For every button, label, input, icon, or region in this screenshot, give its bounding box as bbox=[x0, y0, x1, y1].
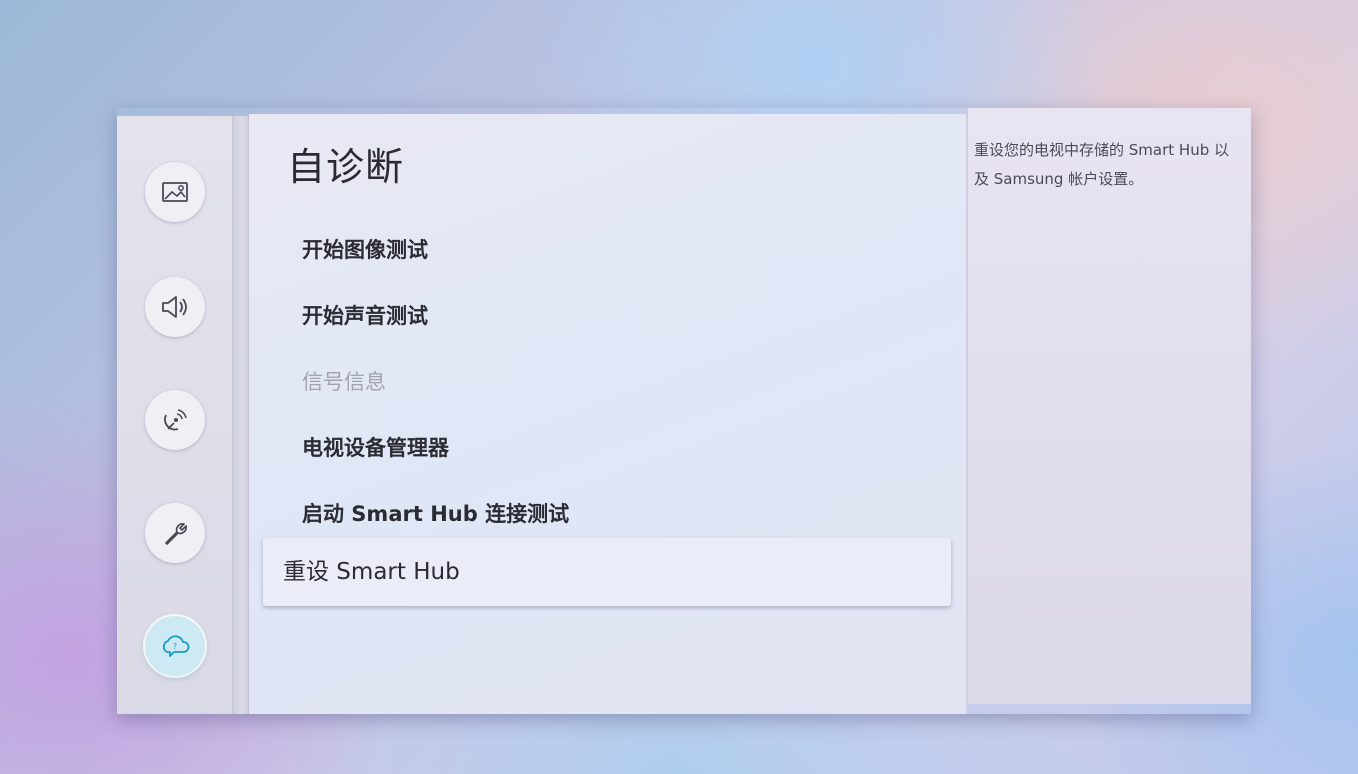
sidebar-item-general[interactable] bbox=[145, 503, 205, 563]
broadcast-icon bbox=[164, 409, 187, 431]
page-title: 自诊断 bbox=[287, 145, 405, 189]
settings-sidebar: ? bbox=[117, 116, 232, 714]
description-text: 重设您的电视中存储的 Smart Hub 以及 Samsung 帐户设置。 bbox=[974, 141, 1229, 188]
sidebar-item-sound[interactable] bbox=[145, 277, 205, 337]
self-diagnosis-menu: 自诊断 开始图像测试 开始声音测试 信号信息 电视设备管理器 启动 Smart … bbox=[249, 114, 966, 714]
support-cloud-icon: ? bbox=[162, 635, 190, 657]
sidebar-item-picture[interactable] bbox=[145, 162, 205, 222]
menu-item-signal-info: 信号信息 bbox=[302, 370, 386, 394]
menu-item-sound-test[interactable]: 开始声音测试 bbox=[302, 300, 428, 330]
wrench-icon bbox=[165, 523, 187, 545]
menu-item-device-manager[interactable]: 电视设备管理器 bbox=[302, 432, 449, 462]
sidebar-item-support[interactable]: ? bbox=[145, 616, 205, 676]
menu-item-picture-test[interactable]: 开始图像测试 bbox=[302, 234, 428, 264]
svg-text:?: ? bbox=[173, 642, 177, 651]
sidebar-divider bbox=[232, 116, 249, 714]
menu-item-smart-hub-connection-test[interactable]: 启动 Smart Hub 连接测试 bbox=[302, 498, 569, 528]
description-panel: 重设您的电视中存储的 Smart Hub 以及 Samsung 帐户设置。 bbox=[968, 108, 1251, 704]
sidebar-item-broadcasting[interactable] bbox=[145, 390, 205, 450]
menu-item-reset-smart-hub[interactable]: 重设 Smart Hub bbox=[263, 538, 951, 606]
sound-icon bbox=[162, 296, 187, 318]
picture-icon bbox=[162, 182, 188, 202]
settings-panel: ? 自诊断 开始图像测试 开始声音测试 信号信息 电视设备管理器 启动 Smar… bbox=[117, 108, 1251, 714]
